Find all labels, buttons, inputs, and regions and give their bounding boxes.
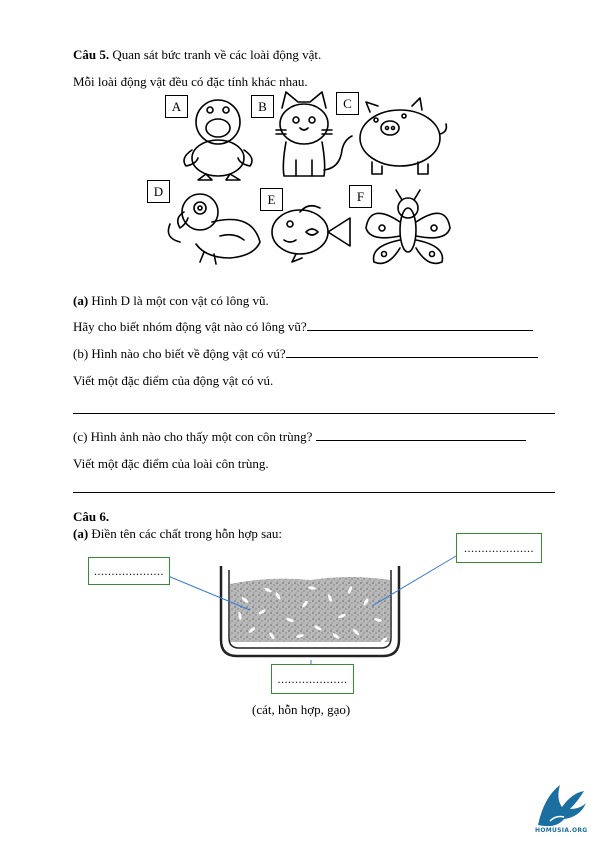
answer-box-left[interactable]: .................... <box>88 557 170 585</box>
answer-box-right[interactable]: .................... <box>456 533 542 563</box>
q6-options: (cát, hỗn hợp, gạo) <box>252 702 351 717</box>
answer-box-bottom[interactable]: .................... <box>271 664 354 694</box>
homusia-logo-icon <box>538 785 586 827</box>
logo-text: HOMUSIA.ORG <box>535 827 588 834</box>
